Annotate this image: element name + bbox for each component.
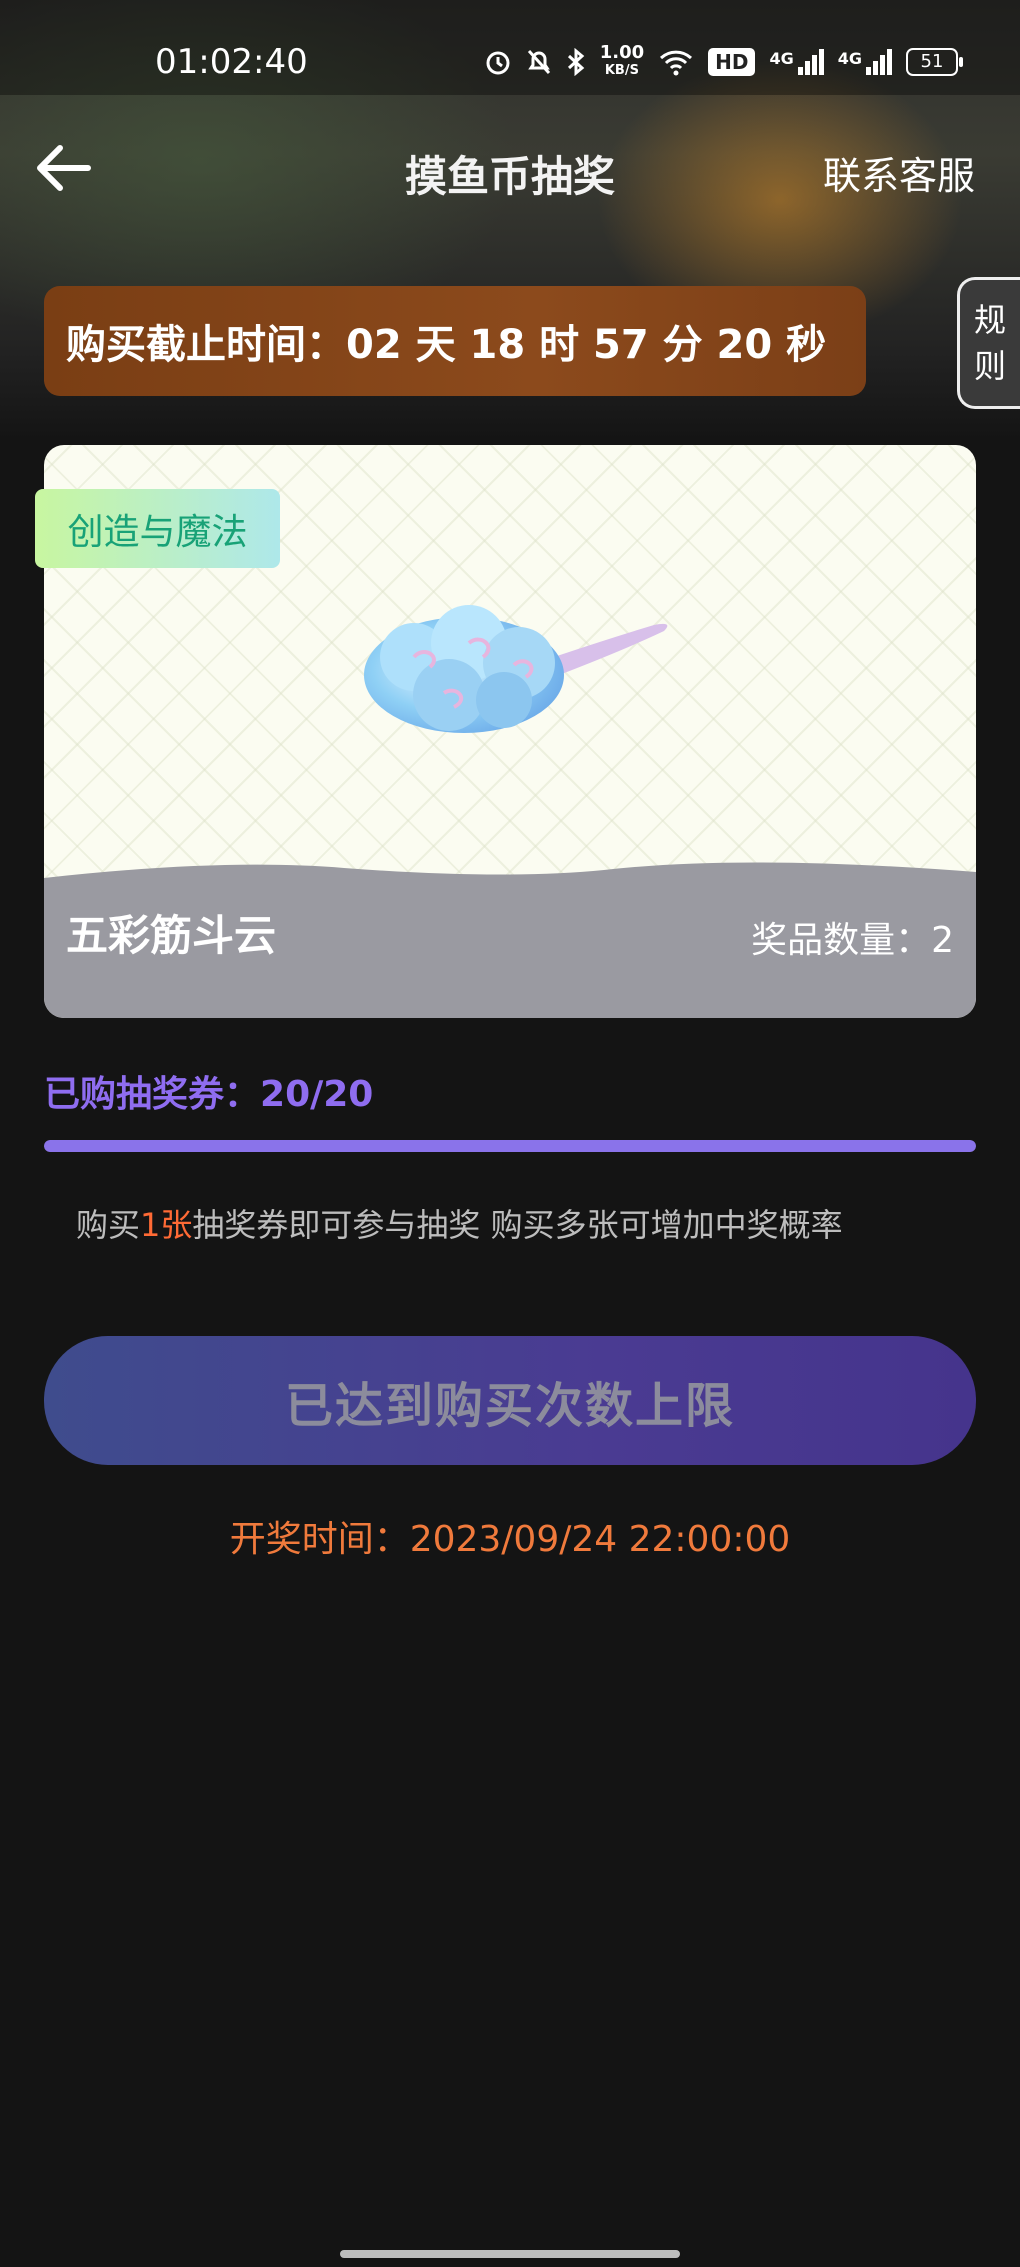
net-speed: 1.00 KB/S: [599, 42, 645, 79]
rules-tab[interactable]: 规 则: [957, 277, 1020, 409]
battery-icon: 51: [906, 48, 963, 76]
buy-ticket-button[interactable]: 已达到购买次数上限: [44, 1336, 976, 1465]
customer-service-link[interactable]: 联系客服: [823, 145, 975, 200]
category-tag: 创造与魔法: [35, 489, 280, 568]
purchase-hint: 购买1张抽奖券即可参与抽奖 购买多张可增加中奖概率: [76, 1206, 843, 1244]
purchase-deadline-countdown: 购买截止时间：02 天 18 时 57 分 20 秒: [44, 286, 866, 396]
prize-name: 五彩筋斗云: [66, 911, 277, 960]
status-time: 01:02:40: [155, 42, 308, 82]
status-icons: 1.00 KB/S HD 4G 4G 51: [484, 42, 963, 80]
prize-quantity: 奖品数量：2: [751, 920, 954, 961]
home-indicator[interactable]: [340, 2250, 680, 2258]
bluetooth-icon: [566, 48, 586, 76]
hd-badge: HD: [708, 48, 756, 76]
signal-icon: 4G: [769, 49, 824, 75]
countdown-text: 购买截止时间：02 天 18 时 57 分 20 秒: [66, 322, 827, 368]
mute-bell-icon: [526, 48, 552, 76]
prize-info-bar: 五彩筋斗云 奖品数量：2: [44, 858, 976, 1018]
wifi-icon: [658, 48, 694, 76]
alarm-icon: [484, 48, 512, 76]
draw-time: 开奖时间：2023/09/24 22:00:00: [229, 1519, 791, 1560]
prize-image: [354, 595, 714, 749]
progress-fill: [44, 1140, 976, 1152]
signal-icon: 4G: [838, 49, 892, 75]
purchased-tickets-label: 已购抽奖券：20/20: [44, 1074, 374, 1115]
status-bar: 01:02:40 1.00 KB/S HD 4G 4G 51: [0, 0, 1020, 95]
tickets-progress-bar: [44, 1140, 976, 1152]
